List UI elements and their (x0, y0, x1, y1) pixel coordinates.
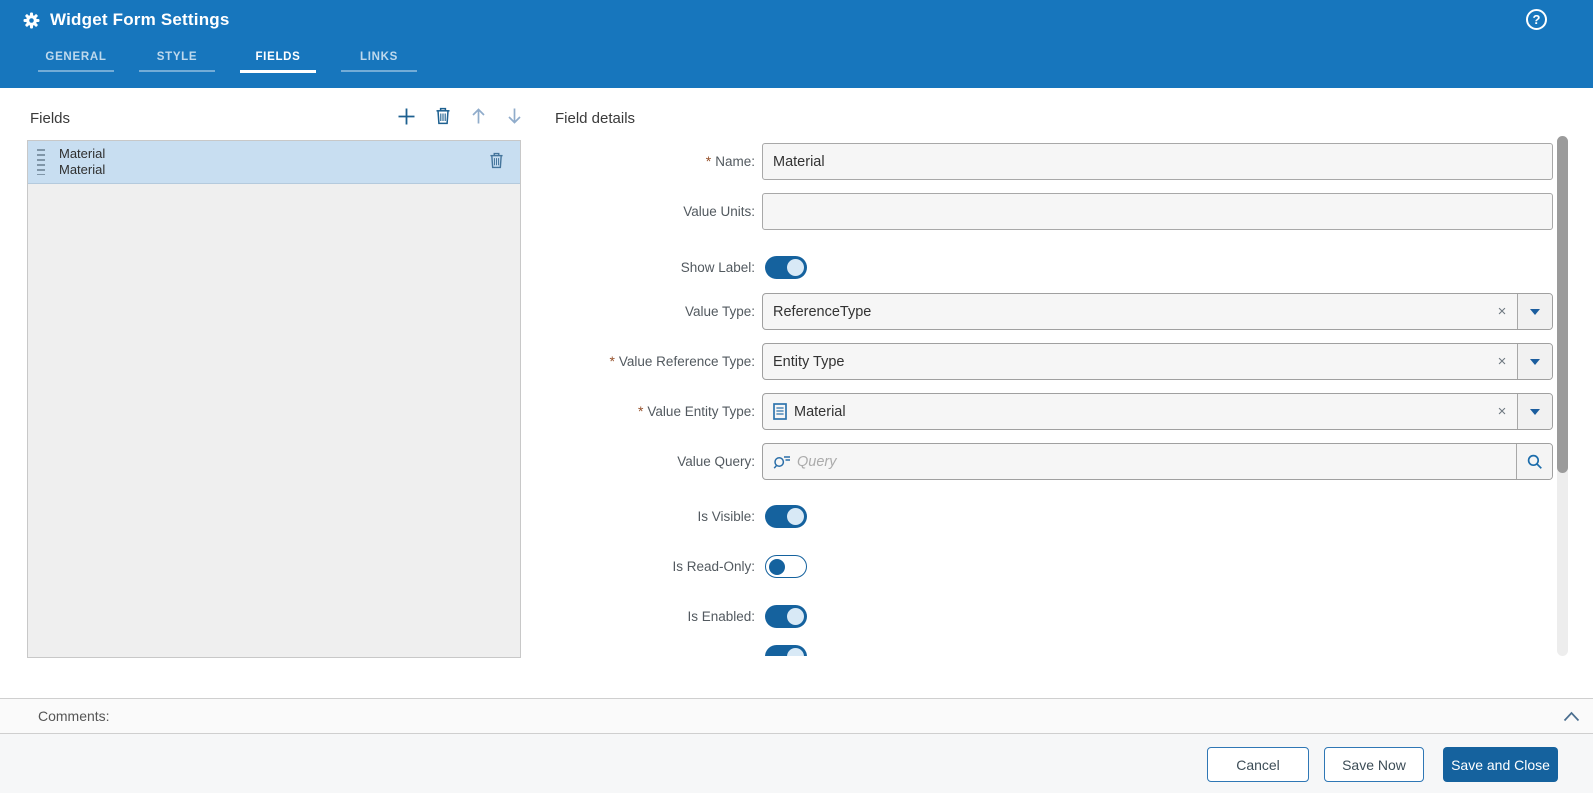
dropdown-arrow-button[interactable] (1517, 394, 1552, 429)
field-item-line1: Material (59, 146, 105, 162)
toggle-knob (787, 608, 804, 625)
chevron-up-icon[interactable] (1563, 709, 1580, 727)
entity-type-icon (773, 403, 787, 420)
tab-label: GENERAL (45, 51, 106, 63)
add-field-button[interactable] (396, 105, 417, 127)
toggle-knob (787, 648, 804, 656)
search-button[interactable] (1516, 444, 1552, 479)
combobox-value: Entity Type (763, 344, 1487, 379)
plus-icon (397, 107, 416, 126)
value-type-combobox[interactable]: ReferenceType × (762, 293, 1553, 330)
arrow-up-icon (471, 107, 486, 125)
clear-icon[interactable]: × (1487, 394, 1517, 429)
drag-handle-icon[interactable] (37, 149, 45, 175)
combobox-value: Material (794, 404, 846, 420)
tab-links[interactable]: LINKS (341, 43, 417, 72)
is-read-only-toggle[interactable] (765, 555, 807, 578)
value-type-label: Value Type: (540, 293, 755, 330)
fields-list-toolbar (396, 105, 525, 127)
tab-bar: GENERAL STYLE FIELDS LINKS (38, 43, 417, 73)
value-units-label: Value Units: (540, 193, 755, 230)
partially-visible-toggle[interactable] (765, 645, 807, 656)
fields-panel-title: Fields (30, 110, 70, 127)
item-delete-button[interactable] (489, 152, 504, 172)
delete-field-button[interactable] (432, 105, 453, 127)
field-details-title: Field details (555, 110, 635, 127)
value-units-input[interactable] (762, 193, 1553, 230)
query-filter-icon (763, 444, 791, 479)
required-asterisk: * (609, 353, 614, 369)
name-label: *Name: (540, 143, 755, 180)
tab-label: FIELDS (255, 51, 300, 63)
is-read-only-label: Is Read-Only: (540, 555, 755, 578)
value-entity-type-label: *Value Entity Type: (540, 393, 755, 430)
value-reference-type-label: *Value Reference Type: (540, 343, 755, 380)
move-up-button[interactable] (468, 105, 489, 127)
gear-icon (22, 11, 41, 30)
tab-style[interactable]: STYLE (139, 43, 215, 72)
trash-icon (435, 107, 451, 125)
save-and-close-button[interactable]: Save and Close (1443, 747, 1558, 782)
dialog-title: Widget Form Settings (50, 10, 230, 30)
chevron-down-icon (1530, 359, 1540, 365)
save-now-button[interactable]: Save Now (1324, 747, 1424, 782)
search-icon (1526, 453, 1544, 471)
widget-form-settings-dialog: Widget Form Settings GENERAL STYLE FIELD… (0, 0, 1593, 793)
clear-icon[interactable]: × (1487, 344, 1517, 379)
tab-label: STYLE (157, 51, 198, 63)
field-item-text: Material Material (59, 146, 105, 178)
show-label-toggle[interactable] (765, 256, 807, 279)
combobox-value: ReferenceType (763, 294, 1487, 329)
field-item-line2: Material (59, 162, 105, 178)
is-enabled-label: Is Enabled: (540, 605, 755, 628)
toggle-knob (769, 559, 785, 575)
field-list-item-selected[interactable]: Material Material (28, 141, 520, 184)
chevron-down-icon (1530, 309, 1540, 315)
tab-general[interactable]: GENERAL (38, 43, 114, 72)
clear-icon[interactable]: × (1487, 294, 1517, 329)
cancel-button[interactable]: Cancel (1207, 747, 1309, 782)
field-details-form: *Name: Value Units: Show Label: Value Ty… (540, 130, 1556, 656)
is-visible-label: Is Visible: (540, 505, 755, 528)
chevron-down-icon (1530, 409, 1540, 415)
is-enabled-toggle[interactable] (765, 605, 807, 628)
help-icon[interactable]: ? (1526, 9, 1547, 30)
value-entity-type-combobox[interactable]: Material × (762, 393, 1553, 430)
required-asterisk: * (706, 153, 711, 169)
arrow-down-icon (507, 107, 522, 125)
value-query-box (762, 443, 1553, 480)
toggle-knob (787, 508, 804, 525)
trash-icon (489, 152, 504, 169)
tab-label: LINKS (360, 51, 398, 63)
toggle-knob (787, 259, 804, 276)
tab-fields[interactable]: FIELDS (240, 43, 316, 73)
value-reference-type-combobox[interactable]: Entity Type × (762, 343, 1553, 380)
footer-bar: Cancel Save Now Save and Close (0, 734, 1593, 793)
is-visible-toggle[interactable] (765, 505, 807, 528)
dialog-header: Widget Form Settings GENERAL STYLE FIELD… (0, 0, 1593, 88)
dropdown-arrow-button[interactable] (1517, 294, 1552, 329)
show-label-label: Show Label: (540, 256, 755, 279)
fields-list: Material Material (27, 140, 521, 658)
vertical-scrollbar-thumb[interactable] (1557, 136, 1568, 473)
value-query-label: Value Query: (540, 443, 755, 480)
comments-label: Comments: (38, 699, 110, 733)
name-input[interactable] (762, 143, 1553, 180)
title-row: Widget Form Settings (22, 10, 230, 30)
value-query-input[interactable] (791, 444, 1516, 479)
required-asterisk: * (638, 403, 643, 419)
move-down-button[interactable] (504, 105, 525, 127)
help-glyph: ? (1533, 12, 1541, 27)
comments-bar[interactable]: Comments: (0, 698, 1593, 734)
dropdown-arrow-button[interactable] (1517, 344, 1552, 379)
